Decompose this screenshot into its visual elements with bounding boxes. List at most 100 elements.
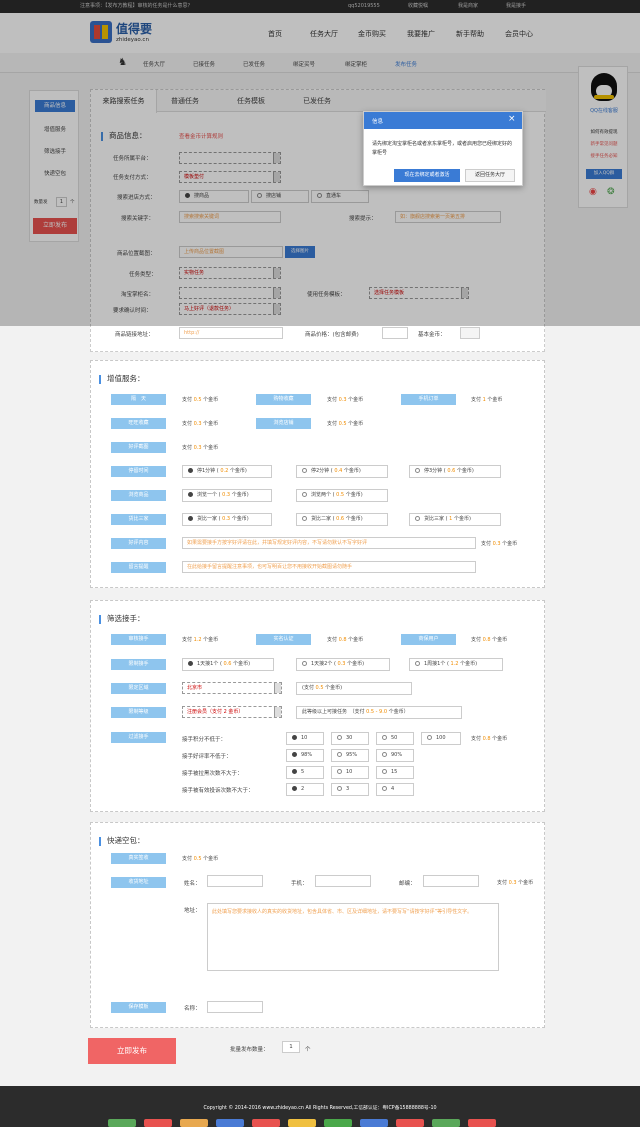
badge-icon [216, 1119, 244, 1127]
save-template-button[interactable]: 保存模板 [111, 1002, 166, 1013]
batch-qty-input[interactable]: 1 [282, 1041, 300, 1053]
region-limit-button[interactable]: 限定区域 [111, 683, 166, 694]
mobile-order-button[interactable]: 手机订单 [401, 394, 456, 405]
radio-complaint-2[interactable]: 2 [286, 783, 324, 796]
radio-dot-icon [337, 786, 342, 791]
name-input[interactable] [207, 875, 263, 887]
radio-rate-95[interactable]: 95% [331, 749, 369, 762]
message-reminder-button[interactable]: 留言提醒 [111, 562, 166, 573]
radio-dot-icon [188, 516, 193, 521]
radio-dot-icon [415, 661, 420, 666]
template-name-label: 名称： [184, 1006, 201, 1012]
address-pay: 支付 0.3 个金币 [497, 880, 534, 886]
bind-shop-button[interactable]: 现在去绑定或者激活 [394, 169, 460, 182]
express-panel: 快递空包： 真实签收 支付 0.5 个金币 收货地址 姓名： 手机： 邮编： 支… [90, 822, 545, 1028]
radio-rate-98[interactable]: 98% [286, 749, 324, 762]
next-day-button[interactable]: 隔 天 [111, 394, 166, 405]
audit-worker-button[interactable]: 审核接手 [111, 634, 166, 645]
radio-blacklist-5[interactable]: 5 [286, 766, 324, 779]
badge-icon [324, 1119, 352, 1127]
radio-dot-icon [302, 661, 307, 666]
level-limit-button[interactable]: 限制等级 [111, 707, 166, 718]
radio-rate-90[interactable]: 90% [376, 749, 414, 762]
radio-compare-1[interactable]: 货比一家 ( 0.3 个金币) [182, 513, 272, 526]
template-name-input[interactable] [207, 1001, 263, 1013]
real-sign-button[interactable]: 真实签收 [111, 853, 166, 864]
filter-worker-button[interactable]: 过滤接手 [111, 732, 166, 743]
radio-score-10[interactable]: 10 [286, 732, 324, 745]
zip-label: 邮编： [399, 881, 416, 887]
message-reminder-input[interactable]: 在此给接手留言提醒注意事项，也可写明百让您不用接收开始截图请勿随手 [187, 564, 352, 570]
product-link-input[interactable]: http:// [184, 330, 199, 336]
radio-stay-2[interactable]: 停2分钟 ( 0.4 个金币) [296, 465, 388, 478]
radio-limit-2[interactable]: 1天接2个 ( 0.3 个金币) [296, 658, 390, 671]
review-content-button[interactable]: 好评内容 [111, 538, 166, 549]
radio-blacklist-10[interactable]: 10 [331, 766, 369, 779]
radio-stay-3[interactable]: 停3分钟 ( 0.6 个金币) [409, 465, 501, 478]
radio-browse-1[interactable]: 浏览一个 ( 0.3 个金币) [182, 489, 272, 502]
base-coin-label: 基本金币： [418, 332, 446, 338]
radio-compare-2[interactable]: 货比二家 ( 0.6 个金币) [296, 513, 388, 526]
radio-limit-3[interactable]: 1周接1个 ( 1.2 个金币) [409, 658, 503, 671]
phone-label: 手机： [291, 881, 308, 887]
close-icon[interactable]: × [508, 114, 516, 124]
radio-dot-icon [382, 786, 387, 791]
radio-compare-3[interactable]: 货比三家 ( 1 个金币) [409, 513, 501, 526]
badge-icon [144, 1119, 172, 1127]
radio-dot-icon [292, 735, 297, 740]
name-label: 姓名： [184, 881, 201, 887]
address-textarea[interactable]: 此处填写您要求接收人的真实的收货地址，包含具体省、市、区及详细地址，请不要写写“… [207, 903, 499, 971]
browse-shop-button[interactable]: 浏览店铺 [256, 418, 311, 429]
badge-icon [432, 1119, 460, 1127]
back-to-hall-button[interactable]: 返回任务大厅 [465, 169, 515, 182]
insured-user-button[interactable]: 商保用户 [401, 634, 456, 645]
price-input[interactable] [382, 327, 408, 339]
limit-worker-button[interactable]: 限制接手 [111, 659, 166, 670]
footer: Copyright © 2014-2016 www.zhideyao.cn Al… [0, 1086, 640, 1127]
radio-stay-1[interactable]: 停1分钟 ( 0.2 个金币) [182, 465, 272, 478]
radio-dot-icon [337, 735, 342, 740]
audit-worker-pay: 支付 1.2 个金币 [182, 637, 219, 643]
base-coin-value [460, 327, 480, 339]
review-screenshot-button[interactable]: 好评截图 [111, 442, 166, 453]
radio-dot-icon [302, 516, 307, 521]
radio-limit-1[interactable]: 1天接1个 ( 0.6 个金币) [182, 658, 274, 671]
review-content-input[interactable]: 如果需要接手方按字好评请在此，并填写规定好评内容，不写请勿默认不写字好评 [187, 540, 367, 546]
product-link-label: 商品链接地址： [115, 332, 154, 338]
badge-icon [396, 1119, 424, 1127]
publish-button[interactable]: 立即发布 [88, 1038, 176, 1064]
modal-overlay [0, 0, 640, 326]
region-pay-note: (支付 0.5 个金币) [296, 682, 412, 695]
badge-icon [180, 1119, 208, 1127]
wangwang-favorite-button[interactable]: 旺旺收藏 [111, 418, 166, 429]
radio-score-100[interactable]: 100 [421, 732, 461, 745]
shipping-address-button[interactable]: 收货地址 [111, 877, 166, 888]
stay-time-button[interactable]: 停留时间 [111, 466, 166, 477]
dialog-message: 请先绑定淘宝掌柜名或者京东掌柜号，或者启用您已经绑定好的掌柜号 [372, 141, 513, 156]
radio-score-50[interactable]: 50 [376, 732, 414, 745]
phone-input[interactable] [315, 875, 371, 887]
radio-blacklist-15[interactable]: 15 [376, 766, 414, 779]
express-title: 快递空包： [99, 835, 145, 846]
compare-shops-button[interactable]: 货比三家 [111, 514, 166, 525]
value-added-title: 增值服务： [99, 373, 145, 384]
browse-shop-pay: 支付 0.5 个金币 [327, 421, 364, 427]
radio-complaint-3[interactable]: 3 [331, 783, 369, 796]
radio-dot-icon [382, 735, 387, 740]
region-select[interactable]: 北京市 [182, 682, 282, 694]
radio-score-30[interactable]: 30 [331, 732, 369, 745]
badge-icon [288, 1119, 316, 1127]
insured-user-pay: 支付 0.8 个金币 [471, 637, 508, 643]
browse-product-button[interactable]: 浏览商品 [111, 490, 166, 501]
dialog-title: 信息 [372, 119, 384, 125]
dialog-header [364, 112, 522, 129]
favorite-shopping-button[interactable]: 购物收藏 [256, 394, 311, 405]
chevron-down-icon [274, 707, 281, 717]
radio-dot-icon [382, 752, 387, 757]
real-name-button[interactable]: 实名认证 [256, 634, 311, 645]
address-label: 地址： [184, 908, 201, 914]
level-select[interactable]: 注册会员（支付 2 金币） [182, 706, 282, 718]
radio-browse-2[interactable]: 浏览两个 ( 0.5 个金币) [296, 489, 388, 502]
zip-input[interactable] [423, 875, 479, 887]
radio-complaint-4[interactable]: 4 [376, 783, 414, 796]
